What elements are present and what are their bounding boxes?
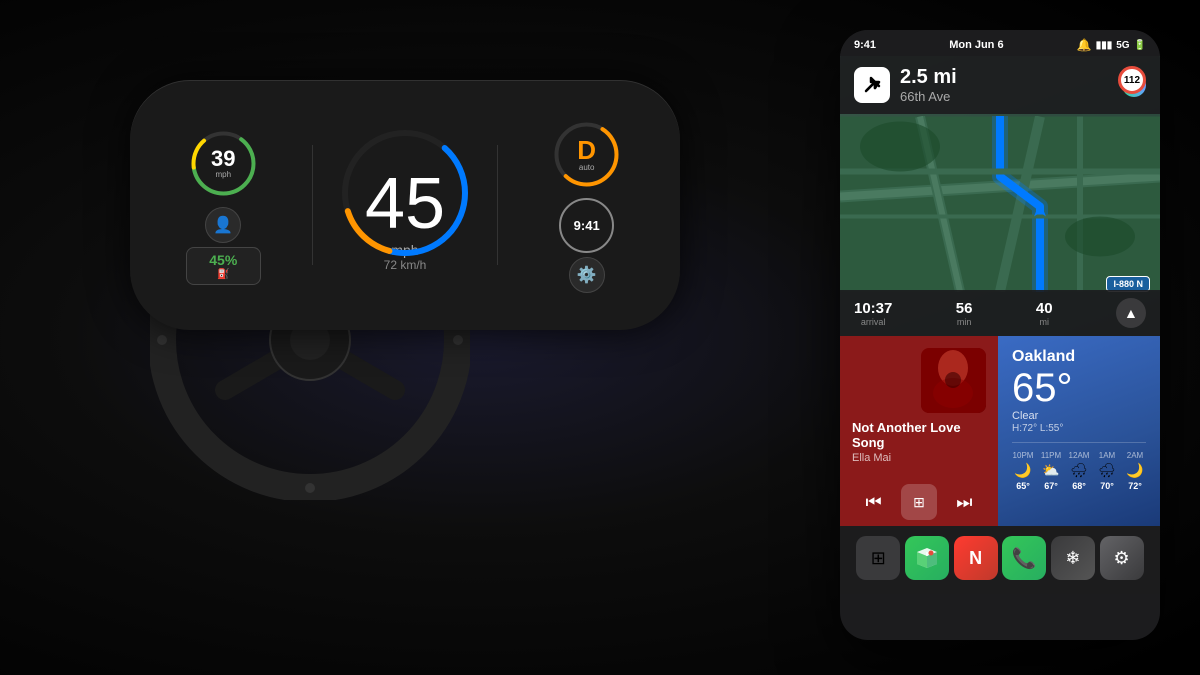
- album-art: [921, 348, 986, 413]
- nav-street: 66th Ave: [900, 89, 1112, 104]
- map-footer: 10:37 arrival 56 min 40 mi ▲: [840, 290, 1160, 336]
- weather-forecast: 10PM 🌙 65° 11PM ⛅ 67° 12AM 🌧 68° 1AM 🌧: [1012, 442, 1146, 491]
- music-controls: ⏮ ⊞ ⏭: [852, 484, 986, 520]
- bottom-panels: Not Another Love Song Ella Mai ⏮ ⊞ ⏭ Oak…: [840, 336, 1160, 526]
- weather-condition: Clear: [1012, 410, 1146, 422]
- gear-circle: D auto: [549, 117, 624, 192]
- signal-bars: ▮▮▮: [1096, 40, 1113, 51]
- instrument-cluster: 39 mph 👤 45% ⛽ 45 mph 72 km/h: [130, 80, 680, 330]
- main-speed-gauge: 45 mph 72 km/h: [365, 138, 445, 272]
- map-speed-limit: 112: [1118, 66, 1146, 94]
- song-artist: Ella Mai: [852, 452, 986, 464]
- weather-panel[interactable]: Oakland 65° Clear H:72° L:55° 10PM 🌙 65°…: [998, 336, 1160, 526]
- weather-hilo: H:72° L:55°: [1012, 423, 1146, 434]
- minutes-value: 56: [956, 300, 973, 317]
- status-time: 9:41: [854, 39, 876, 51]
- minutes-stat: 56 min: [956, 300, 973, 327]
- nav-expand-button[interactable]: ▲: [1116, 298, 1146, 328]
- arrival-stat: 10:37 arrival: [854, 300, 892, 327]
- music-panel[interactable]: Not Another Love Song Ella Mai ⏮ ⊞ ⏭: [840, 336, 998, 526]
- dock-app-phone[interactable]: 📞: [1002, 536, 1046, 580]
- dock-app-news[interactable]: N: [954, 536, 998, 580]
- carplay-panel: 9:41 Mon Jun 6 🔔 ▮▮▮ 5G 🔋: [840, 30, 1160, 640]
- app-dock: ⊞ N 📞 ❄ ⚙: [840, 526, 1160, 594]
- status-indicators: 🔔 ▮▮▮ 5G 🔋: [1077, 38, 1146, 52]
- driver-icon: 👤: [205, 207, 241, 243]
- dock-app-maps[interactable]: [905, 536, 949, 580]
- forecast-1am: 1AM 🌧 70°: [1096, 451, 1118, 491]
- prev-button[interactable]: ⏮: [858, 486, 890, 518]
- nav-distance: 2.5 mi: [900, 66, 1112, 89]
- fuel-percent: 45%: [209, 252, 237, 268]
- clock-value: 9:41: [574, 218, 600, 233]
- dock-app-carplay[interactable]: ❄: [1051, 536, 1095, 580]
- speed-limit-circle: 39 mph: [186, 126, 261, 201]
- weather-city: Oakland: [1012, 348, 1146, 366]
- forecast-10pm: 10PM 🌙 65°: [1012, 451, 1034, 491]
- arrival-time: 10:37: [854, 300, 892, 317]
- maps-section[interactable]: 2.5 mi 66th Ave 112 I-880 N 10:37 arriva…: [840, 56, 1160, 336]
- speed-limit-gauge: 39 mph 👤 45% ⛽: [186, 126, 261, 285]
- turn-icon: [854, 67, 890, 103]
- forecast-12am: 12AM 🌧 68°: [1068, 451, 1090, 491]
- miles-value: 40: [1036, 300, 1053, 317]
- song-title: Not Another Love Song: [852, 420, 986, 450]
- forecast-2am: 2AM 🌙 72°: [1124, 451, 1146, 491]
- next-button[interactable]: ⏭: [948, 486, 980, 518]
- battery-icon: 🔋: [1134, 40, 1146, 51]
- arrival-label: arrival: [854, 317, 892, 327]
- siri-indicator: 🔔: [1077, 38, 1092, 52]
- dock-app-home[interactable]: ⊞: [856, 536, 900, 580]
- album-art-image: [921, 348, 986, 413]
- weather-low: L:55°: [1040, 423, 1063, 434]
- forecast-11pm: 11PM ⛅ 67°: [1040, 451, 1062, 491]
- separator-right: [497, 145, 498, 265]
- dock-app-settings[interactable]: ⚙: [1100, 536, 1144, 580]
- weather-high: H:72°: [1012, 423, 1037, 434]
- settings-icon: ⚙️: [569, 257, 605, 293]
- status-bar: 9:41 Mon Jun 6 🔔 ▮▮▮ 5G 🔋: [840, 30, 1160, 56]
- clock-circle: 9:41: [559, 198, 614, 253]
- weather-temp: 65°: [1012, 366, 1146, 410]
- network-type: 5G: [1116, 40, 1129, 51]
- gear-gauge: D auto 9:41 ⚙️: [549, 117, 624, 293]
- status-date: Mon Jun 6: [949, 39, 1003, 51]
- fuel-icon: ⛽: [217, 269, 229, 280]
- fuel-gauge: 45% ⛽: [186, 247, 261, 285]
- separator-left: [312, 145, 313, 265]
- map-header: 2.5 mi 66th Ave: [840, 56, 1160, 114]
- miles-label: mi: [1036, 317, 1053, 327]
- nav-info: 2.5 mi 66th Ave: [900, 66, 1112, 104]
- miles-stat: 40 mi: [1036, 300, 1053, 327]
- minutes-label: min: [956, 317, 973, 327]
- grid-button[interactable]: ⊞: [901, 484, 937, 520]
